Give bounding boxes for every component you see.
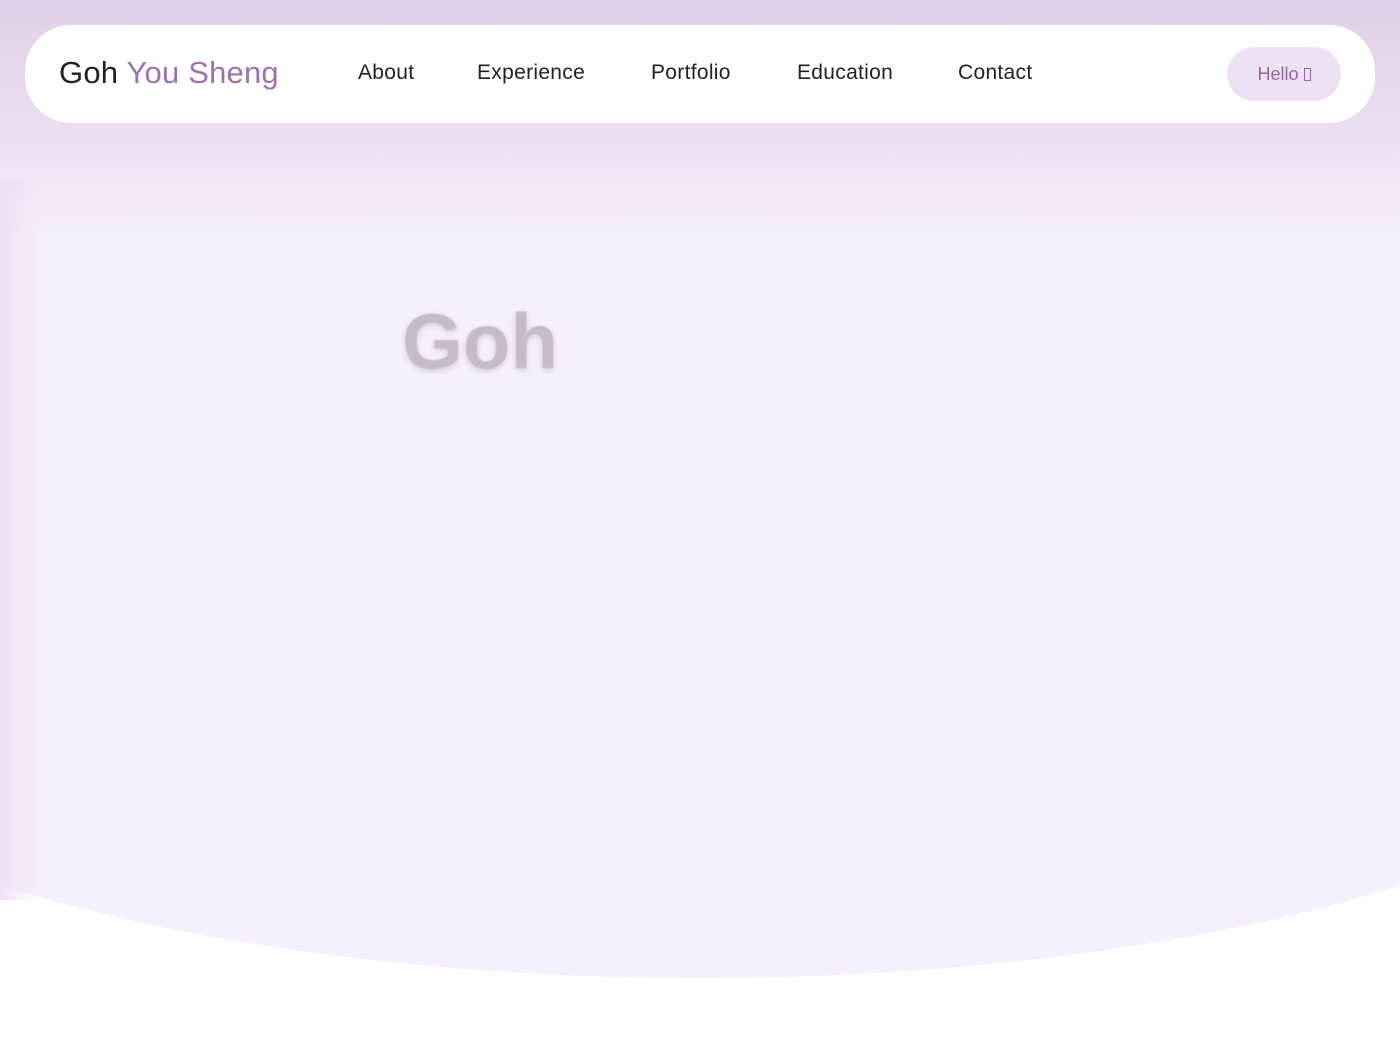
nav-about[interactable]: About	[358, 59, 414, 87]
left-glow	[0, 180, 40, 900]
nav-portfolio[interactable]: Portfolio	[651, 59, 731, 87]
nav-education[interactable]: Education	[797, 59, 893, 87]
nav-contact[interactable]: Contact	[958, 59, 1032, 87]
page: Goh You Sheng About Experience Portfolio…	[0, 0, 1400, 1050]
hero-title: Goh	[402, 297, 558, 385]
brand-last-name: You Sheng	[126, 55, 279, 90]
nav-experience[interactable]: Experience	[477, 59, 585, 87]
brand-first-name: Goh	[59, 55, 119, 90]
hello-button[interactable]: Hello	[1227, 47, 1341, 101]
hello-button-label: Hello	[1257, 63, 1299, 84]
unknown-glyph-icon	[1303, 67, 1311, 81]
brand-logo[interactable]: Goh You Sheng	[59, 53, 279, 93]
navbar: Goh You Sheng About Experience Portfolio…	[25, 25, 1375, 123]
